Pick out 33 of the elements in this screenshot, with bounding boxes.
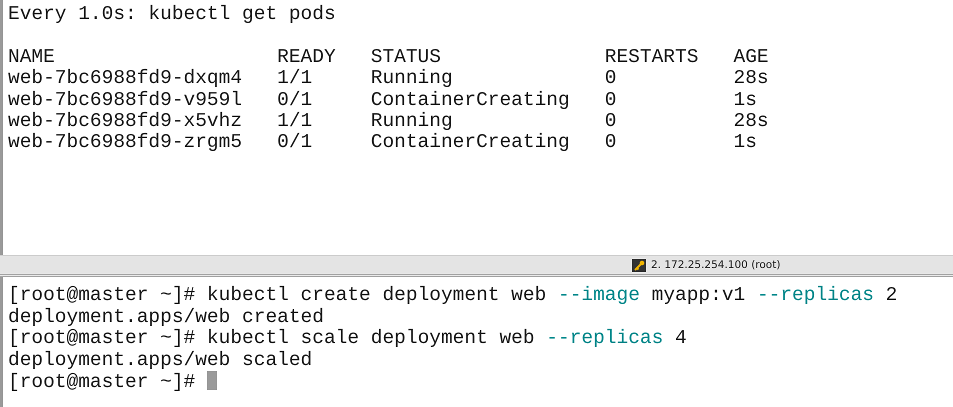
table-cell-text: 28s xyxy=(734,68,770,90)
table-cell-text: 0 xyxy=(604,68,618,90)
table-cell-text: web-7bc6988fd9-zrgm5 xyxy=(8,132,244,154)
key-icon xyxy=(632,258,646,272)
table-cell-text: ContainerCreating xyxy=(370,90,571,112)
terminal-line: [root@master ~]# kubectl scale deployment web --replicas 4 xyxy=(8,328,688,350)
column-header: RESTARTS xyxy=(604,46,700,68)
table-cell-text: ContainerCreating xyxy=(370,132,571,154)
table-cell-text: web-7bc6988fd9-x5vhz xyxy=(8,111,244,132)
table-cell-text: 0 xyxy=(604,111,618,132)
table-cell-text: Running xyxy=(370,68,454,90)
column-header: READY xyxy=(277,46,337,68)
column-header: NAME xyxy=(8,46,56,68)
terminal-line: deployment.apps/web created xyxy=(8,306,325,328)
table-cell-text: 0 xyxy=(604,90,618,112)
table-cell-text: Running xyxy=(370,111,454,132)
table-cell-text: web-7bc6988fd9-dxqm4 xyxy=(8,68,244,90)
table-cell-text: 0 xyxy=(604,132,618,154)
terminal-line: [root@master ~]# xyxy=(8,370,948,394)
table-cell-text: web-7bc6988fd9-v959l xyxy=(8,90,244,112)
table-cell-text: 1s xyxy=(734,132,758,154)
table-cell-text: 1s xyxy=(734,90,758,112)
table-cell-text: 1/1 xyxy=(277,68,314,90)
table-cell-text: 0/1 xyxy=(277,132,314,154)
table-cell-text: 0/1 xyxy=(277,90,314,112)
column-header: STATUS xyxy=(370,46,442,68)
terminal-line: [root@master ~]# kubectl create deployment web --image myapp:v1 --replicas 2 xyxy=(8,285,898,307)
column-header: AGE xyxy=(734,46,770,68)
watch-header: Every 1.0s: kubectl get pods xyxy=(8,4,337,26)
table-cell-text: 1/1 xyxy=(277,111,314,132)
table-cell-text: 28s xyxy=(734,111,770,132)
terminal-line: deployment.apps/web scaled xyxy=(8,350,314,371)
session-label: 2. 172.25.254.100 (root) xyxy=(651,258,780,273)
